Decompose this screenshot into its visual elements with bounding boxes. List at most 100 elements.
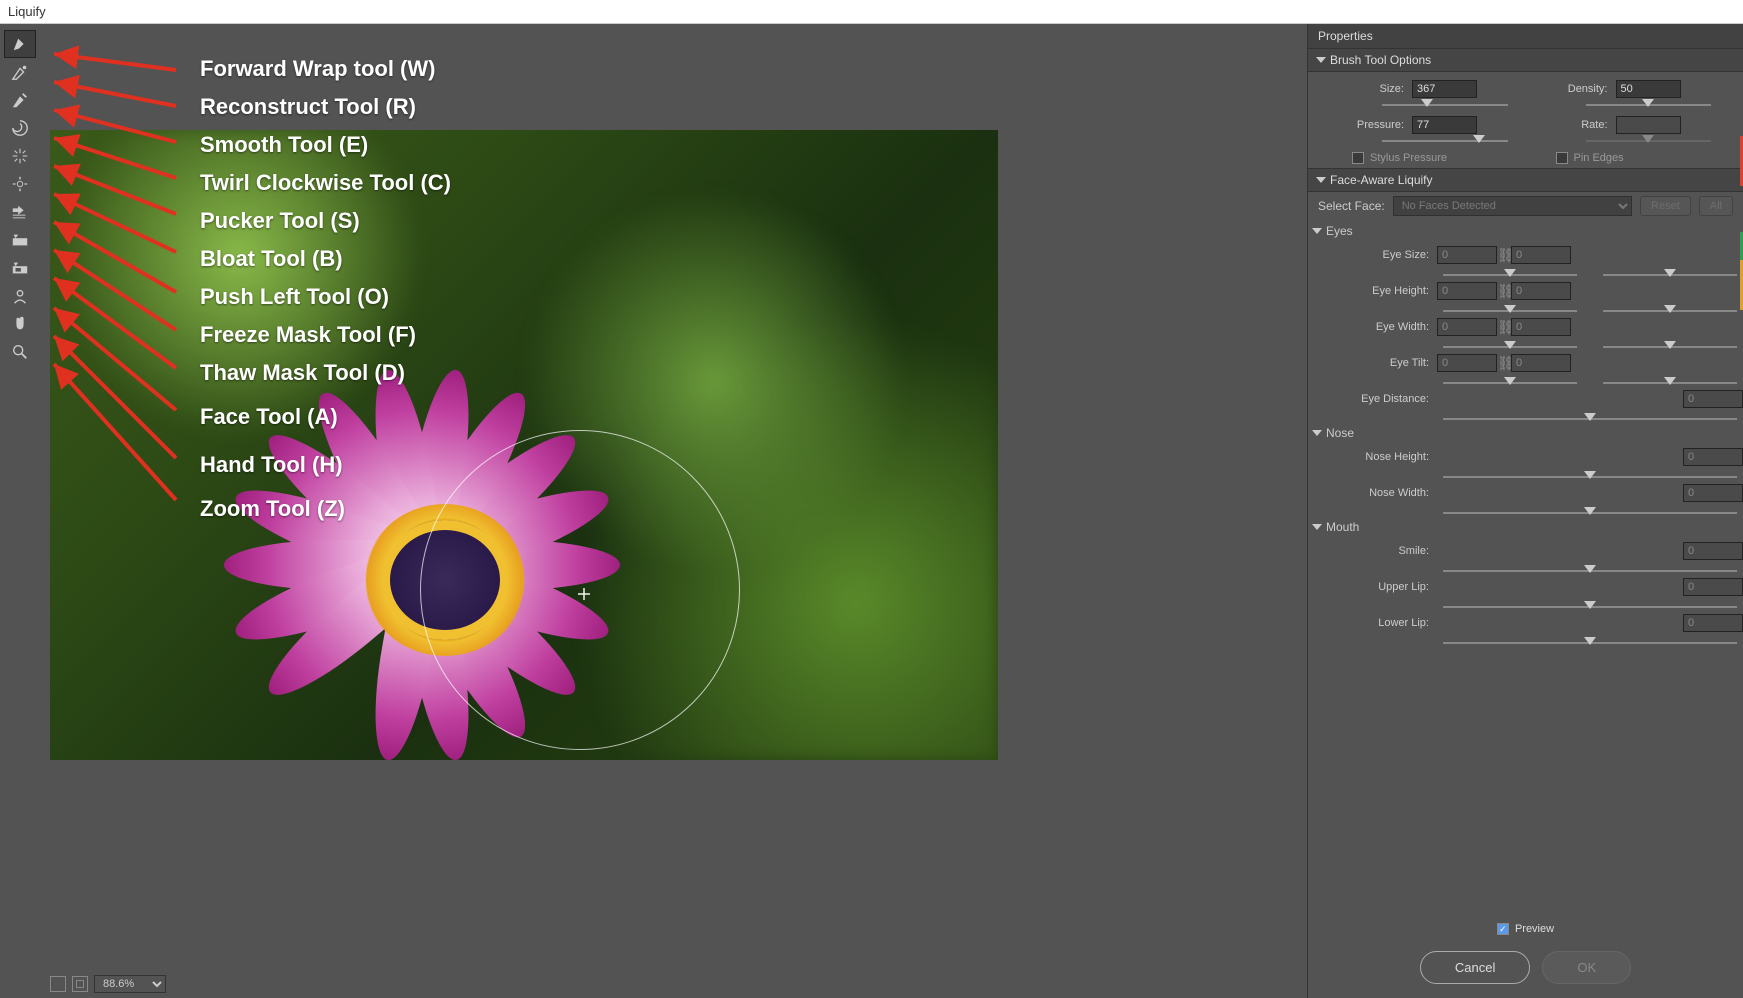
- eye-width-left: [1437, 318, 1497, 336]
- nose-height-label: Nose Height:: [1312, 451, 1437, 463]
- tool-face[interactable]: [4, 282, 36, 310]
- collapse-icon: [1316, 177, 1326, 183]
- legend-hand: Hand Tool (H): [200, 452, 343, 478]
- link-icon[interactable]: ⛓: [1497, 283, 1511, 300]
- legend-push-left: Push Left Tool (O): [200, 284, 389, 310]
- lower-lip-input: [1683, 614, 1743, 632]
- eye-tilt-right: [1511, 354, 1571, 372]
- cancel-button[interactable]: Cancel: [1420, 951, 1530, 984]
- link-icon[interactable]: ⛓: [1497, 247, 1511, 264]
- select-face-dropdown[interactable]: No Faces Detected: [1393, 196, 1632, 216]
- tool-hand[interactable]: [4, 310, 36, 338]
- collapse-icon: [1316, 57, 1326, 63]
- upper-lip-slider[interactable]: [1584, 601, 1596, 609]
- tool-smooth[interactable]: [4, 86, 36, 114]
- eye-tilt-slider-l[interactable]: [1504, 377, 1516, 385]
- reset-button: Reset: [1640, 196, 1691, 216]
- link-icon[interactable]: ⛓: [1497, 355, 1511, 372]
- density-slider[interactable]: [1642, 99, 1654, 107]
- eye-tilt-label: Eye Tilt:: [1312, 357, 1437, 369]
- tool-zoom[interactable]: [4, 338, 36, 366]
- all-button: All: [1699, 196, 1733, 216]
- pressure-input[interactable]: [1412, 116, 1477, 134]
- tool-freeze-mask[interactable]: [4, 226, 36, 254]
- size-input[interactable]: [1412, 80, 1477, 98]
- eye-size-slider-l[interactable]: [1504, 269, 1516, 277]
- subsection-eyes[interactable]: Eyes: [1312, 224, 1743, 238]
- tool-pucker[interactable]: [4, 142, 36, 170]
- legend-twirl: Twirl Clockwise Tool (C): [200, 170, 451, 196]
- eye-tilt-slider-r[interactable]: [1664, 377, 1676, 385]
- panel-title: Properties: [1308, 24, 1743, 48]
- eye-width-slider-r[interactable]: [1664, 341, 1676, 349]
- section-face-aware[interactable]: Face-Aware Liquify: [1308, 168, 1743, 192]
- subsection-mouth[interactable]: Mouth: [1312, 520, 1743, 534]
- eye-width-label: Eye Width:: [1312, 321, 1437, 333]
- tool-forward-warp[interactable]: [4, 30, 36, 58]
- upper-lip-input: [1683, 578, 1743, 596]
- tool-palette: [0, 24, 40, 998]
- eye-width-slider-l[interactable]: [1504, 341, 1516, 349]
- nose-height-slider[interactable]: [1584, 471, 1596, 479]
- fit-screen-icon[interactable]: [50, 976, 66, 992]
- section-brush-title: Brush Tool Options: [1330, 53, 1431, 67]
- tool-push-left[interactable]: [4, 198, 36, 226]
- density-input[interactable]: [1616, 80, 1681, 98]
- stylus-checkbox: [1352, 152, 1364, 164]
- upper-lip-label: Upper Lip:: [1312, 581, 1437, 593]
- eye-tilt-left: [1437, 354, 1497, 372]
- legend-face: Face Tool (A): [200, 404, 338, 430]
- rate-slider: [1642, 135, 1654, 143]
- tool-reconstruct[interactable]: [4, 58, 36, 86]
- collapse-icon: [1312, 228, 1322, 234]
- preview-checkbox[interactable]: [1497, 923, 1509, 935]
- nose-width-slider[interactable]: [1584, 507, 1596, 515]
- tool-legend: Forward Wrap tool (W) Reconstruct Tool (…: [160, 50, 1283, 528]
- eye-distance-label: Eye Distance:: [1312, 393, 1437, 405]
- section-face-title: Face-Aware Liquify: [1330, 173, 1433, 187]
- rate-label: Rate:: [1526, 119, 1616, 131]
- eye-size-slider-r[interactable]: [1664, 269, 1676, 277]
- tool-thaw-mask[interactable]: [4, 254, 36, 282]
- eye-size-left: [1437, 246, 1497, 264]
- eye-size-right: [1511, 246, 1571, 264]
- size-slider[interactable]: [1421, 99, 1433, 107]
- smile-label: Smile:: [1312, 545, 1437, 557]
- legend-thaw: Thaw Mask Tool (D): [200, 360, 405, 386]
- tool-twirl[interactable]: [4, 114, 36, 142]
- eye-size-label: Eye Size:: [1312, 249, 1437, 261]
- pressure-slider[interactable]: [1473, 135, 1485, 143]
- lower-lip-slider[interactable]: [1584, 637, 1596, 645]
- dialog-title: Liquify: [0, 0, 1743, 24]
- actual-pixels-icon[interactable]: [72, 976, 88, 992]
- eye-height-left: [1437, 282, 1497, 300]
- density-label: Density:: [1526, 83, 1616, 95]
- legend-zoom: Zoom Tool (Z): [200, 496, 345, 522]
- smile-slider[interactable]: [1584, 565, 1596, 573]
- eye-height-slider-l[interactable]: [1504, 305, 1516, 313]
- rate-input[interactable]: [1616, 116, 1681, 134]
- link-icon[interactable]: ⛓: [1497, 319, 1511, 336]
- smile-input: [1683, 542, 1743, 560]
- subsection-nose[interactable]: Nose: [1312, 426, 1743, 440]
- pin-edges-checkbox[interactable]: [1556, 152, 1568, 164]
- select-face-label: Select Face:: [1318, 199, 1385, 213]
- nose-height-input: [1683, 448, 1743, 466]
- nose-width-input: [1683, 484, 1743, 502]
- eye-height-slider-r[interactable]: [1664, 305, 1676, 313]
- tool-bloat[interactable]: [4, 170, 36, 198]
- legend-pucker: Pucker Tool (S): [200, 208, 360, 234]
- preview-label: Preview: [1515, 923, 1554, 935]
- eye-distance-slider[interactable]: [1584, 413, 1596, 421]
- ok-button[interactable]: OK: [1542, 951, 1631, 984]
- eye-width-right: [1511, 318, 1571, 336]
- eye-distance-input: [1683, 390, 1743, 408]
- legend-smooth: Smooth Tool (E): [200, 132, 368, 158]
- eyes-title: Eyes: [1326, 224, 1353, 238]
- legend-bloat: Bloat Tool (B): [200, 246, 343, 272]
- nose-title: Nose: [1326, 426, 1354, 440]
- zoom-select[interactable]: 88.6%: [94, 975, 166, 993]
- stylus-label: Stylus Pressure: [1370, 152, 1447, 164]
- collapse-icon: [1312, 430, 1322, 436]
- section-brush-options[interactable]: Brush Tool Options: [1308, 48, 1743, 72]
